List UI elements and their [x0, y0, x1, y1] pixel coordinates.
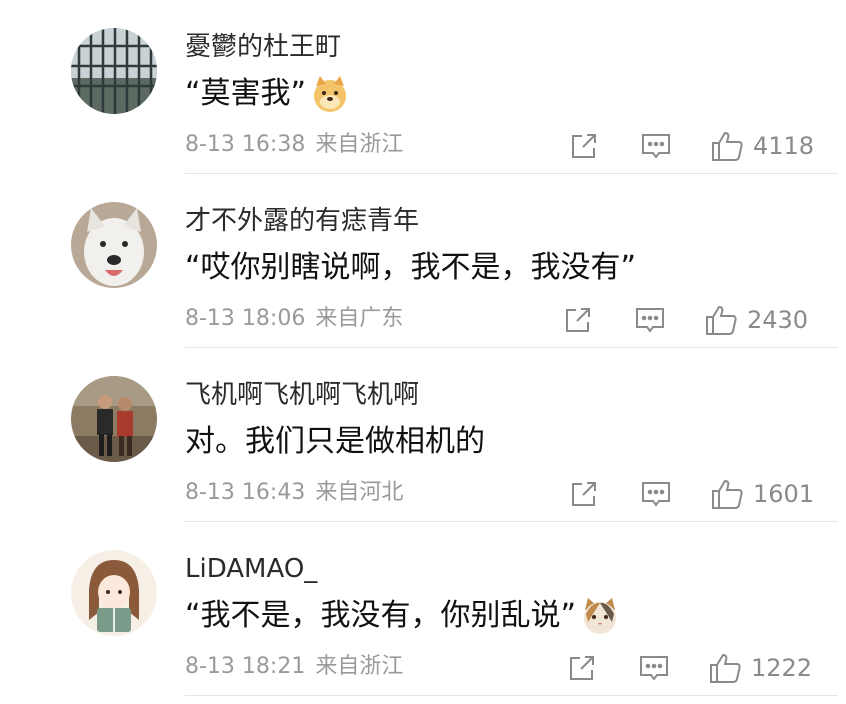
thumbs-up-icon [710, 653, 741, 683]
comment-icon [642, 482, 670, 507]
location: 来自浙江 [315, 132, 404, 157]
comment-item: LiDAMAO_ “我不是，我没有，你别乱说” 8-13 18:21 来自浙江 [0, 522, 846, 696]
comment-meta: 8-13 18:06 来自广东 [185, 304, 403, 334]
comment-icon [636, 308, 664, 333]
timestamp: 8-13 16:43 [185, 480, 306, 505]
share-icon [572, 134, 596, 158]
username[interactable]: LiDAMAO_ [185, 552, 317, 586]
timestamp: 8-13 16:38 [185, 132, 306, 157]
doge-emoji-icon [310, 74, 350, 114]
comment-text: “哎你别瞎说啊，我不是，我没有” [185, 248, 636, 288]
share-icon [570, 656, 594, 680]
like-button[interactable]: 1601 [711, 478, 814, 510]
comment-icon [642, 134, 670, 159]
comment-text-content: “哎你别瞎说啊，我不是，我没有” [185, 250, 637, 285]
reply-button[interactable] [634, 304, 666, 336]
timestamp: 8-13 18:06 [185, 306, 306, 331]
reply-button[interactable] [640, 478, 672, 510]
cat-emoji-icon [580, 596, 620, 636]
like-count: 2430 [747, 306, 809, 334]
username[interactable]: 才不外露的有痣青年 [185, 204, 419, 238]
comment-item: 飞机啊飞机啊飞机啊 对。我们只是做相机的 8-13 16:43 来自河北 1601 [0, 348, 846, 522]
like-button[interactable]: 4118 [711, 130, 814, 162]
thumbs-up-icon [712, 131, 743, 161]
avatar[interactable] [71, 376, 157, 462]
location: 来自浙江 [315, 654, 404, 679]
like-button[interactable]: 2430 [705, 304, 808, 336]
comment-text-content: “莫害我” [185, 76, 307, 111]
timestamp: 8-13 18:21 [185, 654, 306, 679]
comment-item: 才不外露的有痣青年 “哎你别瞎说啊，我不是，我没有” 8-13 18:06 来自广… [0, 174, 846, 348]
avatar[interactable] [71, 550, 157, 636]
like-count: 1222 [751, 654, 813, 682]
thumbs-up-icon [706, 305, 737, 335]
comment-text: “莫害我” [185, 74, 350, 114]
comment-text-content: “我不是，我没有，你别乱说” [185, 598, 577, 633]
comment-text: “我不是，我没有，你别乱说” [185, 596, 620, 636]
avatar[interactable] [71, 28, 157, 114]
share-button[interactable] [568, 130, 600, 162]
comment-meta: 8-13 18:21 来自浙江 [185, 652, 403, 682]
thumbs-up-icon [712, 479, 743, 509]
location: 来自河北 [315, 480, 404, 505]
username[interactable]: 飞机啊飞机啊飞机啊 [185, 378, 419, 412]
share-button[interactable] [568, 478, 600, 510]
like-count: 1601 [753, 480, 815, 508]
comment-item: 憂鬱的杜王町 “莫害我” 8-13 16:38 来自浙江 4118 [0, 0, 846, 174]
comment-text: 对。我们只是做相机的 [185, 422, 485, 462]
like-count: 4118 [753, 132, 815, 160]
divider [185, 695, 838, 696]
comment-text-content: 对。我们只是做相机的 [185, 424, 485, 459]
reply-button[interactable] [640, 130, 672, 162]
username[interactable]: 憂鬱的杜王町 [185, 30, 341, 64]
comment-meta: 8-13 16:43 来自河北 [185, 478, 403, 508]
share-icon [566, 308, 590, 332]
share-icon [572, 482, 596, 506]
comment-meta: 8-13 16:38 来自浙江 [185, 130, 403, 160]
location: 来自广东 [315, 306, 404, 331]
like-button[interactable]: 1222 [709, 652, 812, 684]
share-button[interactable] [566, 652, 598, 684]
comment-icon [640, 656, 668, 681]
share-button[interactable] [562, 304, 594, 336]
avatar[interactable] [71, 202, 157, 288]
reply-button[interactable] [638, 652, 670, 684]
